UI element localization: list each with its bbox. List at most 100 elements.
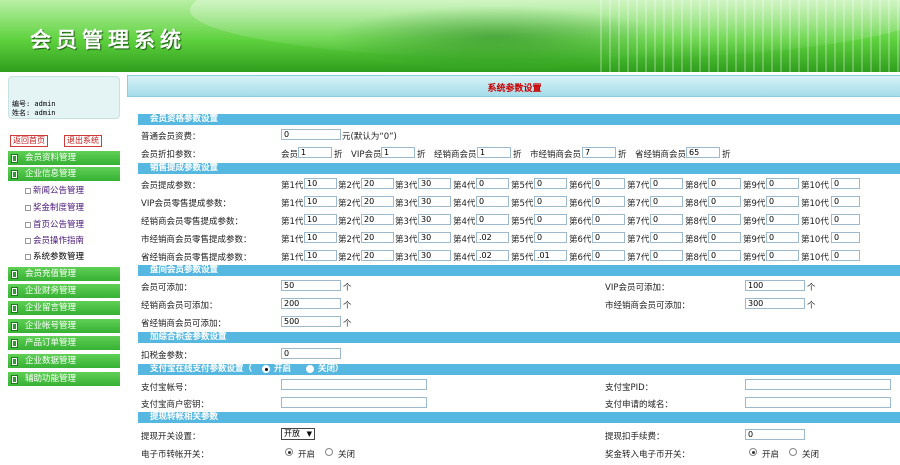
alipay-key-input[interactable] [281,397,427,408]
sales-reward-input[interactable]: 0 [650,178,683,189]
home-button[interactable]: 返回首页 [10,135,48,147]
discount-member-input[interactable]: 1 [298,147,332,158]
alipay-pid-input[interactable] [745,379,891,390]
bonus-on-radio[interactable] [749,448,757,456]
generation-label: 第7代 [627,235,650,245]
sales-reward-input[interactable]: 0 [592,214,625,225]
sales-reward-input[interactable]: 0 [766,250,799,261]
sales-reward-input[interactable]: 0 [650,232,683,243]
sales-reward-input[interactable]: 0 [708,232,741,243]
generation-label: 第1代 [281,181,304,191]
generation-label: 第6代 [569,217,592,227]
sales-reward-input[interactable]: 10 [304,214,337,225]
menu-recharge[interactable]: 会员充值管理 [8,267,120,282]
sales-reward-input[interactable]: 0 [476,214,509,225]
sales-reward-input[interactable]: 20 [361,214,394,225]
sales-reward-input[interactable]: 0 [592,178,625,189]
sales-reward-input[interactable]: 0 [766,196,799,207]
submenu-news[interactable]: 新闻公告管理 [22,184,120,199]
menu-aux[interactable]: 辅助功能管理 [8,372,120,387]
sales-reward-input[interactable]: 0 [766,214,799,225]
generation-label: 第7代 [627,217,650,227]
outlet-prov-input[interactable]: 500 [281,316,341,327]
menu-messages[interactable]: 企业留言管理 [8,301,120,316]
sales-reward-input[interactable]: 0 [766,178,799,189]
sales-reward-input[interactable]: 0 [476,178,509,189]
sales-reward-input[interactable]: 20 [361,196,394,207]
submenu-home-notice[interactable]: 首页公告管理 [22,218,120,233]
outlet-dealer-input[interactable]: 200 [281,298,341,309]
sales-reward-input[interactable]: 0 [708,178,741,189]
sales-reward-input[interactable]: 0 [831,196,860,207]
ecoin-off-radio[interactable] [325,448,333,456]
sales-reward-input[interactable]: 10 [304,250,337,261]
sales-reward-input[interactable]: 0 [592,196,625,207]
sales-reward-input[interactable]: 20 [361,232,394,243]
sales-reward-input[interactable]: 0 [650,196,683,207]
alipay-off-radio[interactable] [306,365,314,373]
discount-dealer-input[interactable]: 1 [477,147,511,158]
discount-unit: 折 [513,150,522,160]
sales-reward-input[interactable]: 30 [418,178,451,189]
outlet-city-input[interactable]: 300 [745,298,805,309]
discount-prov-input[interactable]: 65 [686,147,720,158]
menu-finance[interactable]: 企业财务管理 [8,284,120,299]
generation-label: 第9代 [743,253,766,263]
outlet-unit: 个 [807,283,816,293]
sales-reward-input[interactable]: 0 [592,232,625,243]
sales-reward-input[interactable]: .01 [534,250,567,261]
sales-reward-input[interactable]: 10 [304,232,337,243]
sales-reward-input[interactable]: 30 [418,214,451,225]
sales-reward-input[interactable]: .02 [476,250,509,261]
discount-unit: 折 [417,150,426,160]
sales-reward-input[interactable]: 0 [650,214,683,225]
ecoin-on-radio[interactable] [285,448,293,456]
discount-city-input[interactable]: 7 [582,147,616,158]
sales-reward-input[interactable]: 10 [304,196,337,207]
sales-reward-input[interactable]: 30 [418,250,451,261]
sales-reward-input[interactable]: 30 [418,232,451,243]
sales-reward-input[interactable]: 0 [534,214,567,225]
sales-reward-input[interactable]: 0 [766,232,799,243]
sales-reward-input[interactable]: 0 [708,196,741,207]
bonus-off-radio[interactable] [789,448,797,456]
submenu-bonus-rules[interactable]: 奖金制度管理 [22,201,120,216]
member-fee-input[interactable]: 0 [281,129,341,140]
sales-reward-input[interactable]: 30 [418,196,451,207]
sales-reward-input[interactable]: 0 [592,250,625,261]
sales-reward-input[interactable]: 0 [534,196,567,207]
consume-input[interactable]: 0 [281,348,341,359]
sales-reward-input[interactable]: 20 [361,250,394,261]
withdraw-fee-input[interactable]: 0 [745,429,805,440]
sales-reward-input[interactable]: .02 [476,232,509,243]
generation-label: 第5代 [511,253,534,263]
alipay-on-radio[interactable] [262,365,270,373]
menu-company-info[interactable]: 企业信息管理 [8,167,120,182]
sales-reward-input[interactable]: 0 [708,214,741,225]
sales-reward-input[interactable]: 0 [476,196,509,207]
menu-orders[interactable]: 产品订单管理 [8,336,120,351]
outlet-member-input[interactable]: 50 [281,280,341,291]
sales-reward-input[interactable]: 20 [361,178,394,189]
menu-data[interactable]: 企业数据管理 [8,354,120,369]
menu-member-data[interactable]: 会员资料管理 [8,151,120,166]
sales-reward-input[interactable]: 0 [831,214,860,225]
main-content: 系统参数设置 会员资格参数设置 普通会员资费： 0 元(默认为“0”) 会员折扣… [127,72,900,465]
sales-reward-input[interactable]: 0 [708,250,741,261]
alipay-account-input[interactable] [281,379,427,390]
sales-reward-input[interactable]: 0 [831,232,860,243]
sales-reward-input[interactable]: 0 [831,250,860,261]
menu-accounts[interactable]: 企业帐号管理 [8,319,120,334]
sales-reward-input[interactable]: 0 [831,178,860,189]
discount-vip-input[interactable]: 1 [381,147,415,158]
sales-reward-input[interactable]: 0 [650,250,683,261]
submenu-system-params[interactable]: 系统参数管理 [22,250,120,265]
sales-reward-input[interactable]: 0 [534,178,567,189]
alipay-domain-input[interactable] [745,397,891,408]
logout-button[interactable]: 退出系统 [64,135,102,147]
sales-reward-input[interactable]: 10 [304,178,337,189]
submenu-guide[interactable]: 会员操作指南 [22,234,120,249]
outlet-vip-input[interactable]: 100 [745,280,805,291]
sales-reward-input[interactable]: 0 [534,232,567,243]
withdraw-switch-select[interactable]: 开放 ▼ [281,428,315,440]
